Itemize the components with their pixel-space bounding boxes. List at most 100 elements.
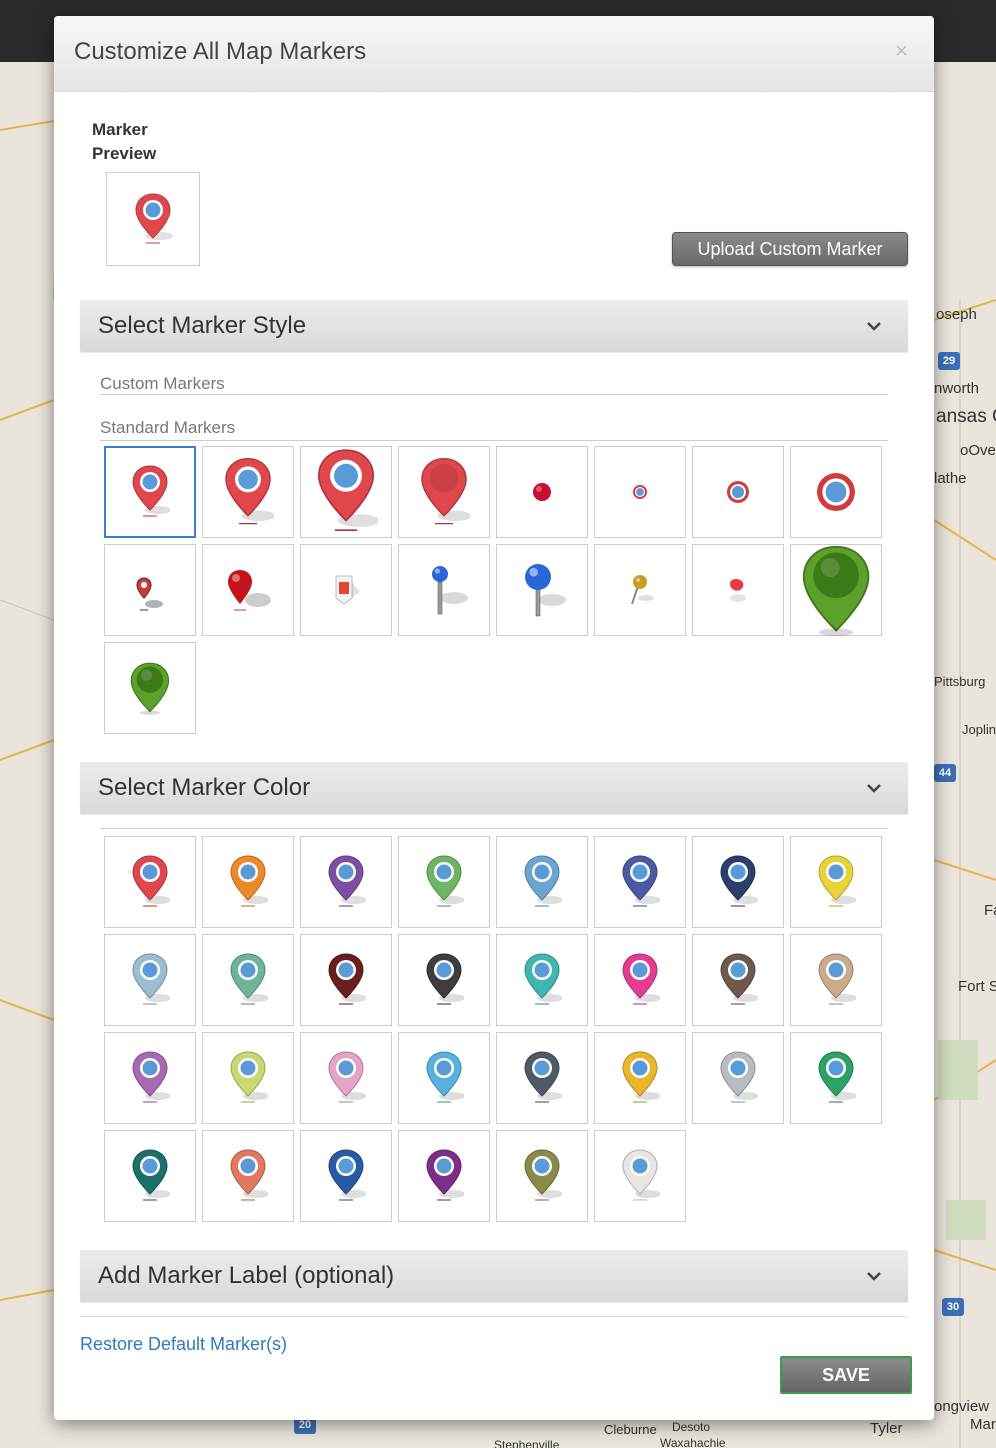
marker-color-option[interactable] xyxy=(398,1130,490,1222)
marker-style-option[interactable] xyxy=(594,544,686,636)
marker-color-option[interactable] xyxy=(496,1130,588,1222)
marker-color-option[interactable] xyxy=(594,836,686,928)
marker-color-option[interactable] xyxy=(104,836,196,928)
chevron-down-icon xyxy=(867,322,881,331)
marker-icon xyxy=(132,1149,170,1201)
marker-icon xyxy=(132,855,170,907)
marker-color-option[interactable] xyxy=(104,1130,196,1222)
marker-icon xyxy=(426,1051,464,1103)
marker-color-option[interactable] xyxy=(790,836,882,928)
marker-style-option[interactable] xyxy=(104,642,196,734)
select-marker-color-header[interactable]: Select Marker Color xyxy=(80,762,908,814)
highway-shield: 30 xyxy=(942,1298,964,1316)
marker-style-option[interactable] xyxy=(104,446,196,538)
marker-style-option[interactable] xyxy=(398,446,490,538)
chevron-down-icon xyxy=(867,1272,881,1281)
marker-icon xyxy=(533,483,551,501)
marker-color-option[interactable] xyxy=(692,1032,784,1124)
marker-color-option[interactable] xyxy=(202,1032,294,1124)
marker-icon xyxy=(633,485,647,499)
marker-color-option[interactable] xyxy=(300,1032,392,1124)
marker-icon xyxy=(421,457,470,524)
marker-style-option[interactable] xyxy=(202,544,294,636)
marker-color-option[interactable] xyxy=(790,1032,882,1124)
save-button[interactable]: SAVE xyxy=(780,1356,912,1394)
marker-color-option[interactable] xyxy=(104,1032,196,1124)
marker-icon xyxy=(818,953,856,1005)
divider xyxy=(100,394,888,395)
add-marker-label-header[interactable]: Add Marker Label (optional) xyxy=(80,1250,908,1302)
dialog-title: Customize All Map Markers xyxy=(74,38,367,65)
marker-style-option[interactable] xyxy=(790,544,882,636)
marker-style-option[interactable] xyxy=(692,446,784,538)
marker-color-option[interactable] xyxy=(398,836,490,928)
marker-color-option[interactable] xyxy=(104,934,196,1026)
map-label: Tyler xyxy=(870,1420,903,1437)
marker-icon xyxy=(817,473,855,511)
marker-icon xyxy=(136,577,163,611)
marker-color-option[interactable] xyxy=(496,1032,588,1124)
marker-icon xyxy=(426,953,464,1005)
section-title: Select Marker Color xyxy=(98,774,311,801)
standard-markers-label: Standard Markers xyxy=(100,418,236,437)
marker-icon xyxy=(132,953,170,1005)
marker-icon xyxy=(132,465,170,517)
marker-icon xyxy=(318,449,378,532)
marker-icon xyxy=(328,953,366,1005)
marker-color-option[interactable] xyxy=(202,934,294,1026)
marker-color-option[interactable] xyxy=(202,1130,294,1222)
marker-style-option[interactable] xyxy=(202,446,294,538)
customize-markers-dialog: Customize All Map Markers × Marker Previ… xyxy=(54,16,934,1420)
marker-color-option[interactable] xyxy=(398,934,490,1026)
marker-icon xyxy=(802,545,870,636)
marker-color-option[interactable] xyxy=(594,1032,686,1124)
marker-style-option[interactable] xyxy=(496,544,588,636)
select-marker-style-header[interactable]: Select Marker Style xyxy=(80,300,908,352)
marker-color-option[interactable] xyxy=(300,934,392,1026)
marker-icon xyxy=(525,564,566,617)
marker-icon xyxy=(720,1051,758,1103)
marker-color-option[interactable] xyxy=(300,1130,392,1222)
marker-color-option[interactable] xyxy=(496,934,588,1026)
custom-markers-label: Custom Markers xyxy=(100,374,225,393)
marker-color-option[interactable] xyxy=(692,836,784,928)
close-icon[interactable]: × xyxy=(895,38,908,64)
marker-color-option[interactable] xyxy=(790,934,882,1026)
marker-color-option[interactable] xyxy=(300,836,392,928)
marker-style-option[interactable] xyxy=(398,544,490,636)
marker-color-grid xyxy=(104,836,884,1224)
marker-icon xyxy=(228,570,271,611)
marker-icon xyxy=(622,1051,660,1103)
divider xyxy=(80,1316,908,1317)
marker-color-option[interactable] xyxy=(692,934,784,1026)
marker-color-option[interactable] xyxy=(398,1032,490,1124)
marker-style-option[interactable] xyxy=(300,446,392,538)
map-label: Waxahachie xyxy=(660,1436,726,1448)
marker-style-option[interactable] xyxy=(104,544,196,636)
marker-color-option[interactable] xyxy=(496,836,588,928)
marker-icon xyxy=(730,579,746,602)
marker-icon xyxy=(818,1051,856,1103)
restore-default-markers-link[interactable]: Restore Default Marker(s) xyxy=(80,1334,287,1355)
marker-style-option[interactable] xyxy=(496,446,588,538)
marker-icon xyxy=(622,953,660,1005)
divider xyxy=(100,440,888,441)
marker-color-option[interactable] xyxy=(594,1130,686,1222)
highway-shield: 44 xyxy=(934,764,956,782)
map-label: Desoto xyxy=(672,1420,711,1434)
marker-icon xyxy=(622,1149,660,1201)
marker-style-option[interactable] xyxy=(790,446,882,538)
upload-custom-marker-button[interactable]: Upload Custom Marker xyxy=(672,232,908,266)
map-label: Fort S xyxy=(958,978,996,995)
marker-style-option[interactable] xyxy=(692,544,784,636)
marker-style-option[interactable] xyxy=(594,446,686,538)
map-label: ansas C xyxy=(936,406,996,427)
marker-icon xyxy=(328,1149,366,1201)
section-title: Add Marker Label (optional) xyxy=(98,1262,395,1289)
marker-icon xyxy=(426,855,464,907)
marker-color-option[interactable] xyxy=(594,934,686,1026)
map-label: Pittsburg xyxy=(934,674,986,689)
marker-color-option[interactable] xyxy=(202,836,294,928)
divider xyxy=(100,828,888,829)
marker-style-option[interactable] xyxy=(300,544,392,636)
